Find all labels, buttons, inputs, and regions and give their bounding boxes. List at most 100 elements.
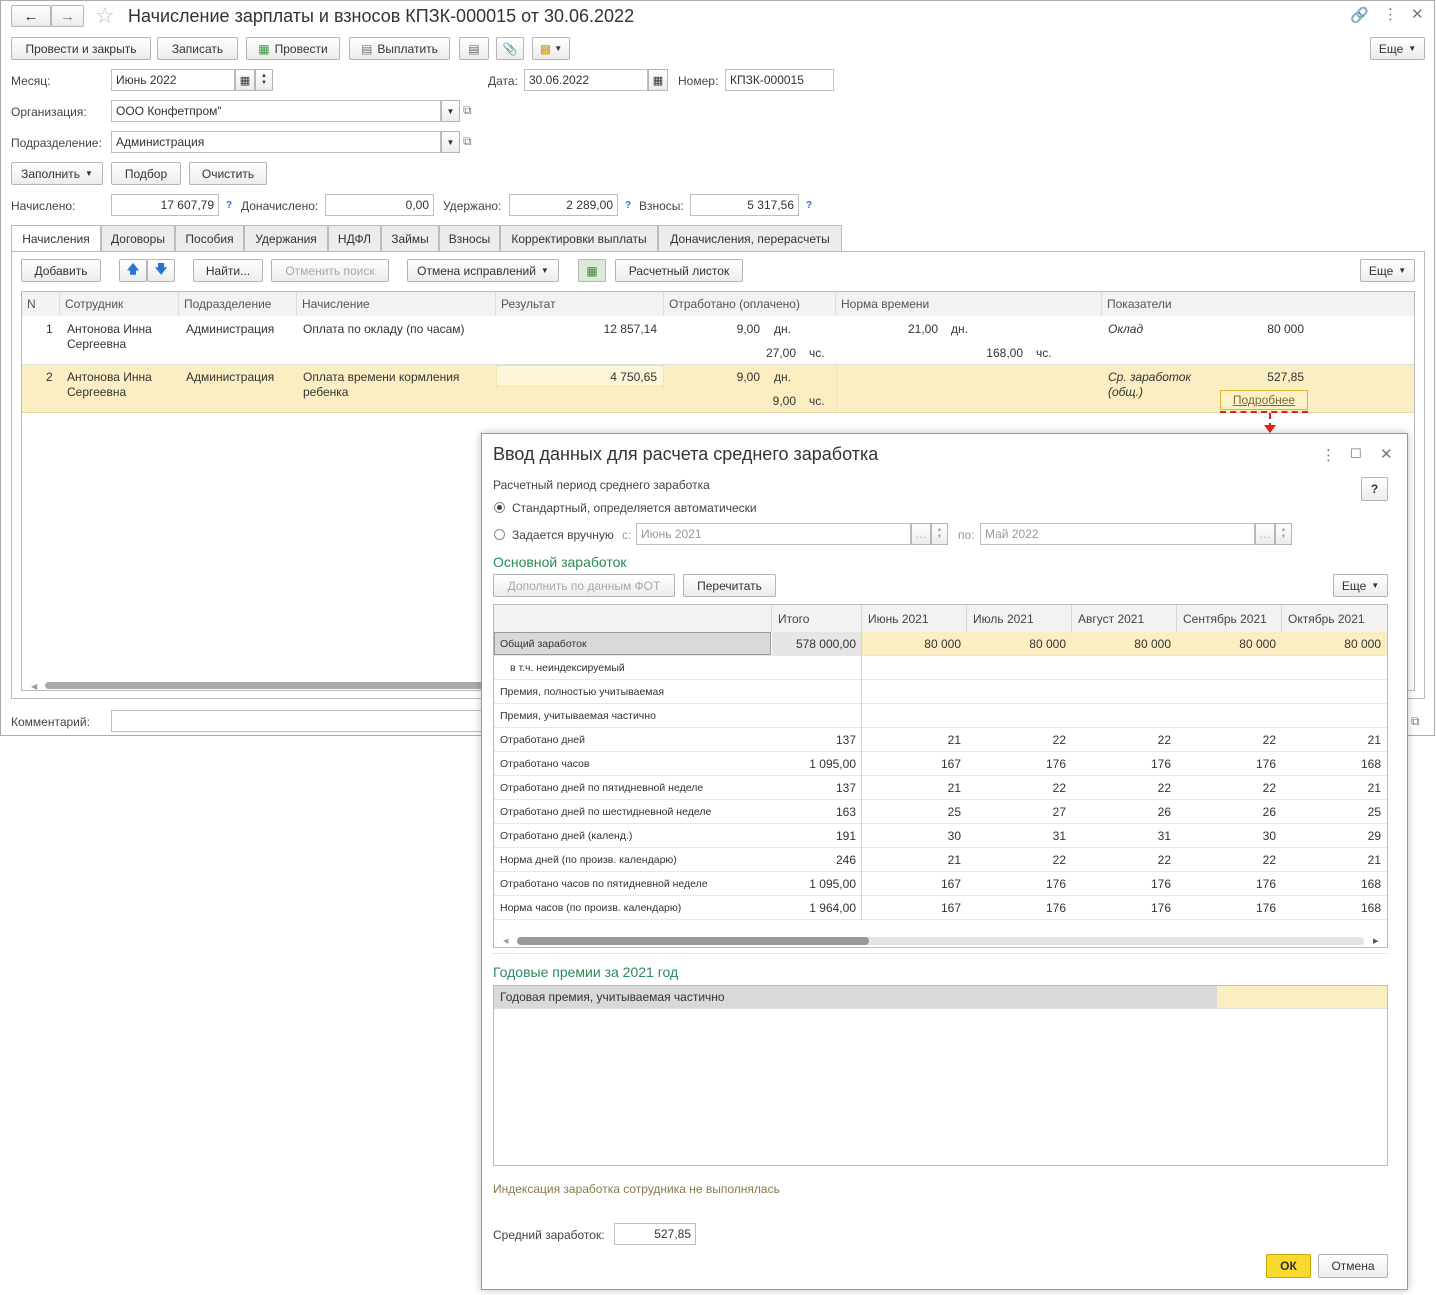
to-select-button[interactable]: … (1255, 523, 1275, 545)
calendar-button[interactable]: ▦ (235, 69, 255, 91)
close-icon[interactable]: ✕ (1380, 445, 1393, 463)
radio-standard-label[interactable]: Стандартный, определяется автоматически (512, 501, 757, 515)
find-button[interactable]: Найти... (193, 259, 263, 282)
open-icon[interactable]: ⧉ (463, 134, 472, 149)
select-button[interactable]: Подбор (111, 162, 181, 185)
org-dropdown-button[interactable]: ▼ (441, 100, 460, 122)
contrib-field[interactable]: 5 317,56 (690, 194, 799, 216)
payslip-button[interactable]: Расчетный листок (615, 259, 743, 282)
tab-ndfl[interactable]: НДФЛ (328, 225, 381, 251)
tab-benefits[interactable]: Пособия (175, 225, 244, 251)
scroll-left-icon[interactable]: ◀ (503, 937, 508, 945)
dept-dropdown-button[interactable]: ▼ (441, 131, 460, 153)
from-spinner[interactable]: ▲ ▼ (931, 523, 948, 545)
tab-recalculations[interactable]: Доначисления, перерасчеты (658, 225, 842, 251)
col-accrual[interactable]: Начисление (297, 292, 496, 316)
link-icon[interactable]: 🔗 (1350, 6, 1369, 24)
clear-button[interactable]: Очистить (189, 162, 267, 185)
post-and-close-button[interactable]: Провести и закрыть (11, 37, 151, 60)
month-field[interactable]: Июнь 2022 (111, 69, 235, 91)
accrued-field[interactable]: 17 607,79 (111, 194, 219, 216)
recalc-button[interactable]: Перечитать (683, 574, 776, 597)
tab-loans[interactable]: Займы (381, 225, 439, 251)
from-field[interactable]: Июнь 2021 (636, 523, 911, 545)
more-vertical-icon[interactable]: ⋮ (1321, 446, 1336, 464)
help-icon[interactable]: ? (625, 200, 631, 211)
scroll-right-icon[interactable]: ▶ (1373, 937, 1378, 945)
grid-more-button[interactable]: Еще ▼ (1333, 574, 1388, 597)
attach-button[interactable]: 📎 (496, 37, 524, 60)
col-n[interactable]: N (22, 292, 60, 316)
to-spinner[interactable]: ▲ ▼ (1275, 523, 1292, 545)
open-icon[interactable]: ⧉ (1411, 714, 1420, 729)
maximize-icon[interactable]: ☐ (1350, 446, 1362, 462)
dept-field[interactable]: Администрация (111, 131, 441, 153)
grid-row[interactable] (494, 656, 1387, 680)
col-employee[interactable]: Сотрудник (60, 292, 179, 316)
add-button[interactable]: Добавить (21, 259, 101, 282)
grid-col-month[interactable]: Сентябрь 2021 (1177, 605, 1282, 632)
month-spinner[interactable]: ▲ ▼ (255, 69, 273, 91)
comment-field[interactable] (111, 710, 491, 732)
close-icon[interactable]: ✕ (1411, 5, 1424, 23)
fill-button[interactable]: Заполнить ▼ (11, 162, 103, 185)
tab-deductions[interactable]: Удержания (244, 225, 328, 251)
open-icon[interactable]: ⧉ (463, 103, 472, 118)
col-result[interactable]: Результат (496, 292, 664, 316)
grid-col-month[interactable]: Июнь 2021 (862, 605, 967, 632)
move-up-button[interactable]: 🡅 (119, 259, 147, 282)
star-icon[interactable]: ☆ (95, 3, 115, 29)
grid-col-total[interactable]: Итого (772, 605, 862, 632)
grid-col-month[interactable]: Октябрь 2021 (1282, 605, 1387, 632)
tab-payment-corrections[interactable]: Корректировки выплаты (500, 225, 658, 251)
col-department[interactable]: Подразделение (179, 292, 297, 316)
details-link-cell[interactable]: Подробнее (1220, 390, 1308, 410)
report-button[interactable]: ▤ (459, 37, 489, 60)
grid-col-month[interactable]: Июль 2021 (967, 605, 1072, 632)
date-calendar-button[interactable]: ▦ (648, 69, 668, 91)
radio-manual[interactable] (494, 529, 505, 540)
cancel-search-button[interactable]: Отменить поиск (271, 259, 389, 282)
tab-accruals[interactable]: Начисления (11, 225, 101, 252)
create-based-on-button[interactable]: ▩ ▼ (532, 37, 570, 60)
bonus-row-value-cell[interactable] (1217, 986, 1387, 1008)
radio-standard[interactable] (494, 502, 505, 513)
help-button[interactable]: ? (1361, 477, 1388, 501)
cancel-fixes-button[interactable]: Отмена исправлений ▼ (407, 259, 559, 282)
details-link[interactable]: Подробнее (1233, 393, 1295, 407)
withheld-field[interactable]: 2 289,00 (509, 194, 618, 216)
from-select-button[interactable]: … (911, 523, 931, 545)
move-down-button[interactable]: 🡇 (147, 259, 175, 282)
col-norm[interactable]: Норма времени (836, 292, 1102, 316)
extra-field[interactable]: 0,00 (325, 194, 434, 216)
date-field[interactable]: 30.06.2022 (524, 69, 648, 91)
to-field[interactable]: Май 2022 (980, 523, 1255, 545)
tab-contributions[interactable]: Взносы (439, 225, 500, 251)
radio-manual-label[interactable]: Задается вручную (512, 528, 614, 542)
forward-button[interactable]: → (51, 5, 84, 27)
grid-col-month[interactable]: Август 2021 (1072, 605, 1177, 632)
tab-contracts[interactable]: Договоры (101, 225, 175, 251)
back-button[interactable]: ← (11, 5, 51, 27)
cancel-button[interactable]: Отмена (1318, 1254, 1388, 1278)
more-vertical-icon[interactable]: ⋮ (1383, 5, 1398, 23)
pay-button[interactable]: ▤ Выплатить (349, 37, 450, 60)
more-button[interactable]: Еще ▼ (1370, 37, 1425, 60)
post-button[interactable]: ▦ Провести (246, 37, 340, 60)
table-settings-button[interactable]: ▦ (578, 259, 606, 282)
avg-earnings-field[interactable]: 527,85 (614, 1223, 696, 1245)
help-icon[interactable]: ? (226, 200, 232, 211)
horizontal-scrollbar[interactable] (517, 937, 869, 945)
col-worked[interactable]: Отработано (оплачено) (664, 292, 836, 316)
number-field[interactable]: КПЗК-000015 (725, 69, 834, 91)
ok-button[interactable]: ОК (1266, 1254, 1311, 1278)
col-indicators[interactable]: Показатели (1102, 292, 1414, 316)
org-field[interactable]: ООО Конфетпром" (111, 100, 441, 122)
table-more-button[interactable]: Еще ▼ (1360, 259, 1415, 282)
help-icon[interactable]: ? (806, 200, 812, 211)
save-button[interactable]: Записать (157, 37, 238, 60)
scroll-left-icon[interactable]: ◀ (31, 682, 37, 691)
grid-col-label[interactable] (494, 605, 772, 632)
fill-fot-button[interactable]: Дополнить по данным ФОТ (493, 574, 675, 597)
horizontal-scrollbar[interactable] (45, 682, 485, 689)
